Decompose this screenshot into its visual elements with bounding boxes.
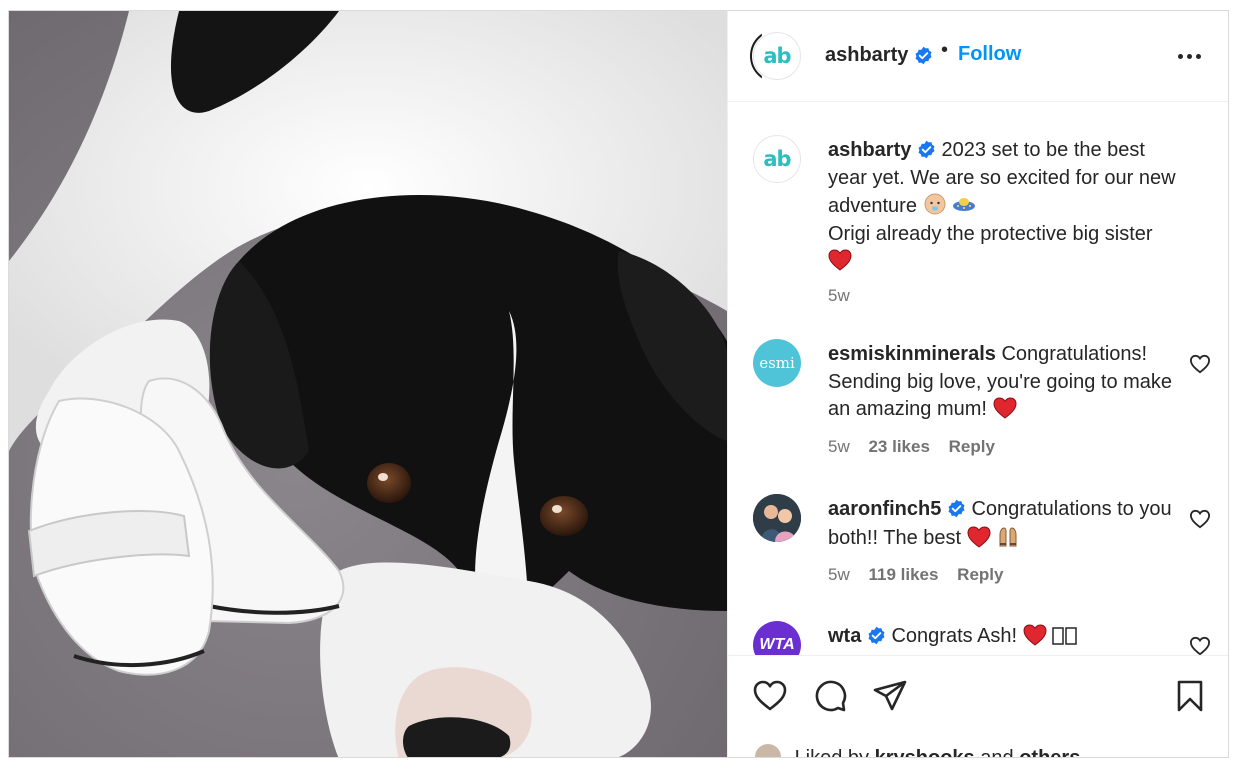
avatar[interactable] <box>753 742 783 757</box>
red-heart-emoji-icon <box>967 525 991 548</box>
avatar[interactable] <box>753 494 801 542</box>
avatar-photo <box>753 494 801 542</box>
comment-content: Congrats Ash! <box>891 625 1018 647</box>
comments-list[interactable]: ab ashbarty 2023 set to be the best year… <box>728 103 1228 655</box>
verified-icon <box>868 626 885 645</box>
avatar-logo: ab <box>763 147 791 171</box>
reply-button[interactable]: Reply <box>957 565 1003 584</box>
send-icon[interactable] <box>872 678 908 714</box>
post-dialog: ab ashbarty • Follow ab ashbarty 2023 se… <box>8 10 1229 758</box>
comment-likes[interactable]: 119 likes <box>868 565 938 584</box>
liked-by-others[interactable]: others <box>1019 747 1080 757</box>
liked-by: Liked by kryshooks and others <box>753 742 1080 758</box>
avatar[interactable]: ab <box>753 135 801 183</box>
caption-line2: Origi already the protective big sister <box>828 222 1153 245</box>
comment-time[interactable]: 5w <box>828 565 850 584</box>
avatar-logo: ab <box>763 44 791 68</box>
caption-text: ashbarty 2023 set to be the best year ye… <box>828 137 1183 276</box>
comment-username[interactable]: wta <box>828 625 861 647</box>
liked-by-conj: and <box>980 747 1014 758</box>
avatar-logo: WTA <box>759 636 795 653</box>
avatar[interactable]: ab <box>753 32 801 80</box>
avatar[interactable]: esmi <box>753 339 801 387</box>
post-side-panel: ab ashbarty • Follow ab ashbarty 2023 se… <box>727 11 1228 758</box>
baby-emoji-icon <box>924 193 946 215</box>
more-icon[interactable] <box>1174 41 1204 71</box>
raising-hands-emoji-icon <box>999 526 1017 546</box>
comment-likes[interactable]: 23 likes <box>868 437 929 456</box>
separator-dot: • <box>941 39 949 61</box>
post-actions: Liked by kryshooks and others <box>728 655 1228 758</box>
red-heart-emoji-icon <box>993 397 1017 419</box>
comment-username[interactable]: aaronfinch5 <box>828 498 941 520</box>
comment-text: wta Congrats Ash! <box>828 623 1183 651</box>
missing-glyph-icon <box>1052 627 1077 645</box>
caption-meta: 5w <box>828 286 864 306</box>
post-header: ab ashbarty • Follow <box>728 11 1228 102</box>
verified-icon <box>915 46 932 65</box>
post-username[interactable]: ashbarty <box>825 44 908 67</box>
comment-username[interactable]: esmiskinminerals <box>828 343 996 365</box>
comment-meta: 5w 119 likes Reply <box>828 565 1017 585</box>
caption-username[interactable]: ashbarty <box>828 139 911 161</box>
caption-time[interactable]: 5w <box>828 286 850 305</box>
post-photo[interactable] <box>9 11 727 757</box>
follow-button[interactable]: Follow <box>958 43 1021 66</box>
heart-icon[interactable] <box>752 678 788 714</box>
red-heart-emoji-icon <box>1023 624 1047 646</box>
dog-photo-illustration <box>9 11 727 757</box>
heart-icon[interactable] <box>1189 509 1211 529</box>
avatar[interactable]: WTA <box>753 621 801 655</box>
comment-text: esmiskinminerals Congratulations! Sendin… <box>828 341 1183 424</box>
verified-icon <box>948 499 965 518</box>
heart-icon[interactable] <box>1189 636 1211 655</box>
liked-by-prefix: Liked by <box>794 747 870 758</box>
verified-icon <box>918 140 935 159</box>
comment-meta: 5w 23 likes Reply <box>828 437 1009 457</box>
heart-icon[interactable] <box>1189 354 1211 374</box>
comment-icon[interactable] <box>812 678 848 714</box>
avatar-logo: esmi <box>759 354 795 372</box>
comment-time[interactable]: 5w <box>828 437 850 456</box>
comment-text: aaronfinch5 Congratulations to you both!… <box>828 496 1183 552</box>
bookmark-icon[interactable] <box>1172 678 1208 714</box>
ufo-emoji-icon <box>953 198 976 211</box>
reply-button[interactable]: Reply <box>949 437 995 456</box>
liked-by-user[interactable]: kryshooks <box>875 747 975 757</box>
red-heart-emoji-icon <box>828 249 852 271</box>
